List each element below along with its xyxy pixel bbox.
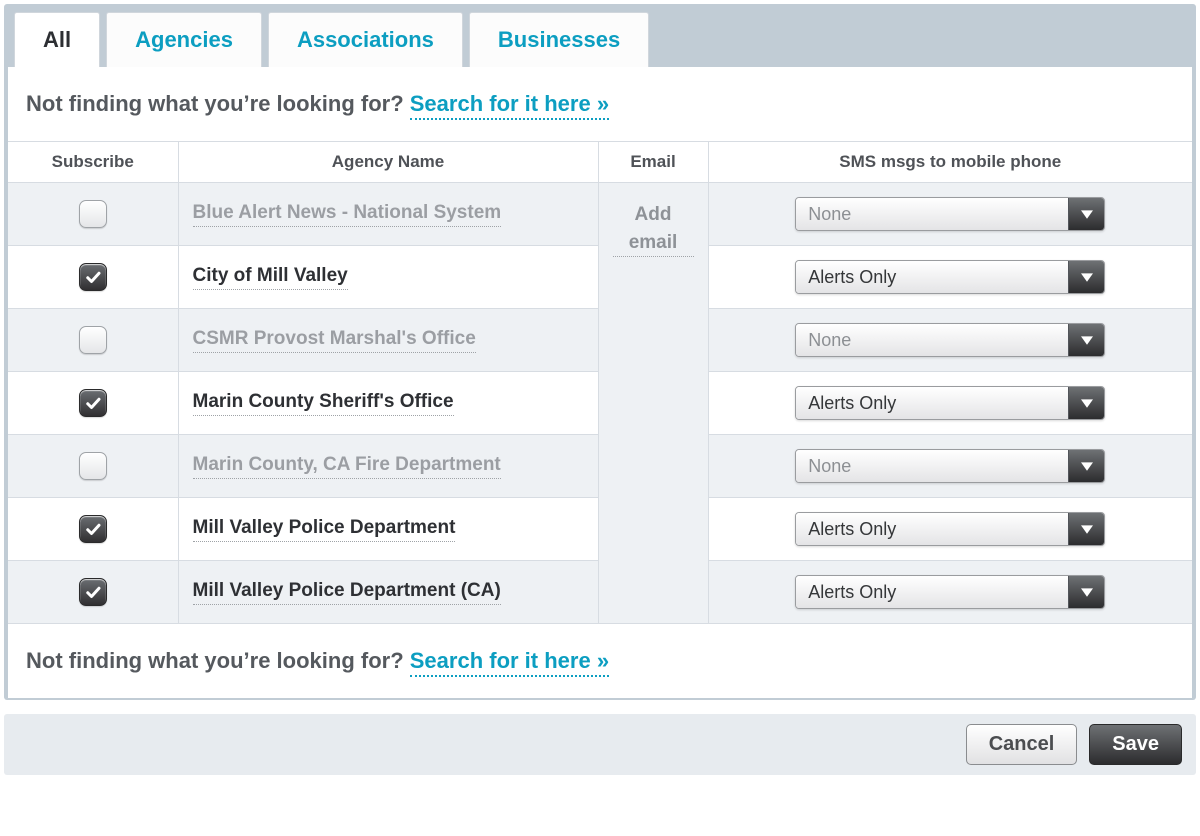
sms-dropdown-label: Alerts Only bbox=[796, 387, 1068, 419]
chevron-down-icon bbox=[1068, 198, 1104, 230]
subscriptions-table: Subscribe Agency Name Email SMS msgs to … bbox=[8, 141, 1192, 624]
tab-businesses[interactable]: Businesses bbox=[469, 12, 649, 67]
col-header-email: Email bbox=[598, 142, 708, 183]
subscribe-checkbox[interactable] bbox=[79, 326, 107, 354]
subscribe-checkbox[interactable] bbox=[79, 452, 107, 480]
sms-dropdown-label: None bbox=[796, 198, 1068, 230]
sms-dropdown-label: Alerts Only bbox=[796, 513, 1068, 545]
chevron-down-icon bbox=[1068, 576, 1104, 608]
tab-all[interactable]: All bbox=[14, 12, 100, 67]
col-header-subscribe: Subscribe bbox=[8, 142, 178, 183]
agency-name[interactable]: City of Mill Valley bbox=[193, 265, 348, 290]
chevron-down-icon bbox=[1068, 387, 1104, 419]
tab-associations[interactable]: Associations bbox=[268, 12, 463, 67]
cancel-button[interactable]: Cancel bbox=[966, 724, 1078, 765]
table-row: Blue Alert News - National System Add em… bbox=[8, 183, 1192, 246]
sms-dropdown-label: Alerts Only bbox=[796, 576, 1068, 608]
sms-dropdown[interactable]: Alerts Only bbox=[795, 386, 1105, 420]
col-header-agency: Agency Name bbox=[178, 142, 598, 183]
search-link-bottom[interactable]: Search for it here » bbox=[410, 648, 609, 677]
tabs-row: All Agencies Associations Businesses bbox=[6, 6, 1194, 67]
save-button[interactable]: Save bbox=[1089, 724, 1182, 765]
agency-name[interactable]: Marin County Sheriff's Office bbox=[193, 391, 454, 416]
sms-dropdown[interactable]: Alerts Only bbox=[795, 260, 1105, 294]
subscribe-checkbox[interactable] bbox=[79, 389, 107, 417]
search-prompt-top: Not finding what you’re looking for? Sea… bbox=[8, 67, 1192, 141]
sms-dropdown-label: Alerts Only bbox=[796, 261, 1068, 293]
add-email-link[interactable]: Add email bbox=[613, 201, 694, 257]
subscribe-checkbox[interactable] bbox=[79, 578, 107, 606]
subscription-panel: All Agencies Associations Businesses Not… bbox=[4, 4, 1196, 700]
sms-dropdown[interactable]: None bbox=[795, 323, 1105, 357]
sms-dropdown[interactable]: Alerts Only bbox=[795, 512, 1105, 546]
sms-dropdown[interactable]: None bbox=[795, 197, 1105, 231]
chevron-down-icon bbox=[1068, 513, 1104, 545]
sms-dropdown-label: None bbox=[796, 324, 1068, 356]
agency-name[interactable]: Mill Valley Police Department bbox=[193, 517, 456, 542]
subscribe-checkbox[interactable] bbox=[79, 200, 107, 228]
agency-name[interactable]: CSMR Provost Marshal's Office bbox=[193, 328, 476, 353]
chevron-down-icon bbox=[1068, 450, 1104, 482]
chevron-down-icon bbox=[1068, 261, 1104, 293]
col-header-sms: SMS msgs to mobile phone bbox=[708, 142, 1192, 183]
search-link-top[interactable]: Search for it here » bbox=[410, 91, 609, 120]
footer-actions: Cancel Save bbox=[4, 714, 1196, 775]
search-prompt-text: Not finding what you’re looking for? bbox=[26, 91, 410, 116]
subscribe-checkbox[interactable] bbox=[79, 263, 107, 291]
tab-agencies[interactable]: Agencies bbox=[106, 12, 262, 67]
sms-dropdown[interactable]: None bbox=[795, 449, 1105, 483]
tab-content: Not finding what you’re looking for? Sea… bbox=[8, 67, 1192, 698]
search-prompt-bottom: Not finding what you’re looking for? Sea… bbox=[8, 624, 1192, 698]
chevron-down-icon bbox=[1068, 324, 1104, 356]
search-prompt-text: Not finding what you’re looking for? bbox=[26, 648, 410, 673]
sms-dropdown[interactable]: Alerts Only bbox=[795, 575, 1105, 609]
subscribe-checkbox[interactable] bbox=[79, 515, 107, 543]
agency-name[interactable]: Blue Alert News - National System bbox=[193, 202, 502, 227]
agency-name[interactable]: Mill Valley Police Department (CA) bbox=[193, 580, 501, 605]
agency-name[interactable]: Marin County, CA Fire Department bbox=[193, 454, 501, 479]
sms-dropdown-label: None bbox=[796, 450, 1068, 482]
